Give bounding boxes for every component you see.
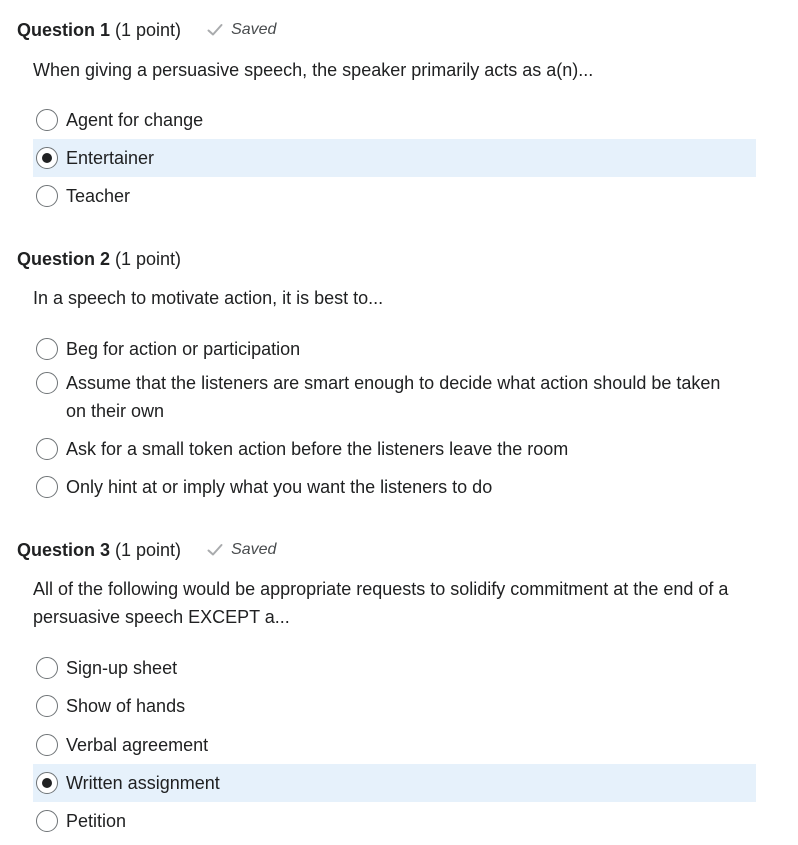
radio-button[interactable] bbox=[36, 657, 58, 679]
radio-button[interactable] bbox=[36, 338, 58, 360]
question-points: (1 point) bbox=[115, 539, 182, 560]
option-label: Teacher bbox=[66, 186, 131, 206]
question-text: In a speech to motivate action, it is be… bbox=[33, 288, 384, 308]
radio-button-checked[interactable] bbox=[36, 772, 58, 794]
answer-option[interactable]: Sign-up sheet bbox=[33, 649, 756, 687]
question-header: Question 1 (1 point) Saved bbox=[17, 17, 276, 43]
option-label: Verbal agreement bbox=[66, 735, 209, 755]
check-icon bbox=[207, 544, 223, 556]
radio-button[interactable] bbox=[36, 109, 58, 131]
option-label: Assume that the listeners are smart enou… bbox=[66, 373, 721, 421]
radio-button[interactable] bbox=[36, 372, 58, 394]
option-label: Sign-up sheet bbox=[66, 658, 178, 678]
radio-button[interactable] bbox=[36, 185, 58, 207]
radio-button[interactable] bbox=[36, 734, 58, 756]
answer-option-selected[interactable]: Written assignment bbox=[33, 764, 756, 802]
answer-option[interactable]: Only hint at or imply what you want the … bbox=[33, 468, 756, 506]
saved-label: Saved bbox=[231, 541, 277, 558]
option-label: Agent for change bbox=[66, 110, 204, 130]
saved-label: Saved bbox=[231, 21, 277, 38]
answer-option[interactable]: Assume that the listeners are smart enou… bbox=[33, 364, 756, 430]
answer-option[interactable]: Show of hands bbox=[33, 687, 756, 725]
answer-option[interactable]: Beg for action or participation bbox=[33, 330, 756, 368]
question-header: Question 3 (1 point) Saved bbox=[17, 537, 276, 563]
option-label: Petition bbox=[66, 811, 127, 831]
saved-status: Saved bbox=[207, 21, 276, 39]
answer-option[interactable]: Agent for change bbox=[33, 101, 756, 139]
answer-option[interactable]: Petition bbox=[33, 802, 756, 840]
question-text: All of the following would be appropriat… bbox=[33, 579, 729, 627]
option-label: Ask for a small token action before the … bbox=[66, 439, 569, 459]
radio-button[interactable] bbox=[36, 438, 58, 460]
radio-button[interactable] bbox=[36, 810, 58, 832]
option-label: Beg for action or participation bbox=[66, 339, 301, 359]
radio-button[interactable] bbox=[36, 695, 58, 717]
question-title: Question 1 bbox=[17, 19, 111, 40]
radio-button[interactable] bbox=[36, 476, 58, 498]
answer-option[interactable]: Ask for a small token action before the … bbox=[33, 430, 756, 468]
radio-button-checked[interactable] bbox=[36, 147, 58, 169]
saved-status: Saved bbox=[207, 541, 276, 559]
answer-option[interactable]: Teacher bbox=[33, 177, 756, 215]
option-label: Only hint at or imply what you want the … bbox=[66, 477, 493, 497]
answer-option-selected[interactable]: Entertainer bbox=[33, 139, 756, 177]
answer-option[interactable]: Verbal agreement bbox=[33, 726, 756, 764]
question-title: Question 2 bbox=[17, 248, 111, 269]
option-label: Show of hands bbox=[66, 696, 186, 716]
option-label: Written assignment bbox=[66, 773, 220, 793]
question-text: When giving a persuasive speech, the spe… bbox=[33, 60, 594, 80]
question-title: Question 3 bbox=[17, 539, 111, 560]
option-label: Entertainer bbox=[66, 148, 155, 168]
check-icon bbox=[207, 24, 223, 36]
question-header: Question 2 (1 point) bbox=[17, 246, 181, 272]
question-points: (1 point) bbox=[115, 19, 182, 40]
question-points: (1 point) bbox=[115, 248, 182, 269]
